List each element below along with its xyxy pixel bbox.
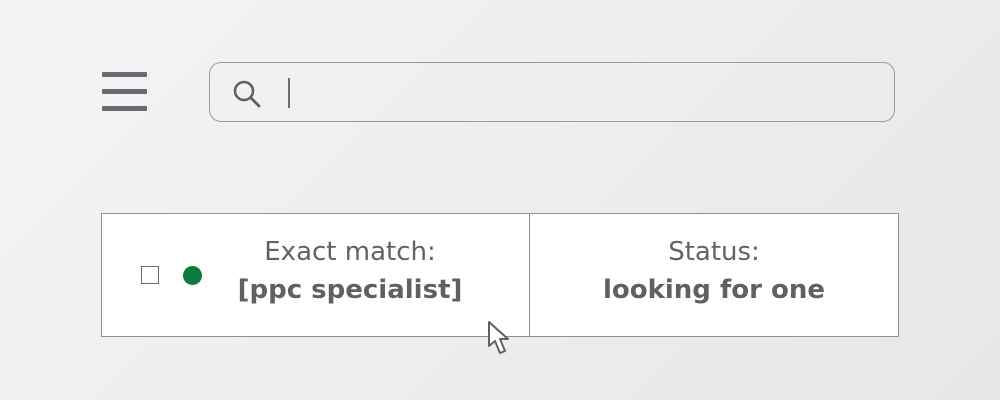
row-checkbox[interactable] — [141, 266, 159, 284]
status-cell: Status: looking for one — [530, 234, 898, 310]
search-icon — [233, 80, 261, 108]
text-cursor — [288, 78, 290, 108]
search-bar[interactable] — [209, 62, 895, 122]
keyword-row: Exact match: [ppc specialist] Status: lo… — [101, 213, 899, 337]
keyword-value: [ppc specialist] — [237, 275, 463, 305]
menu-line — [102, 89, 147, 94]
hamburger-menu-icon[interactable] — [102, 72, 147, 112]
status-dot — [183, 266, 202, 285]
search-input[interactable] — [282, 71, 878, 113]
menu-line — [102, 106, 147, 111]
match-cell: Exact match: [ppc specialist] — [212, 234, 488, 310]
menu-line — [102, 72, 147, 77]
match-type-label: Exact match: — [264, 237, 436, 267]
status-label: Status: — [668, 237, 760, 267]
status-value: looking for one — [602, 275, 826, 305]
mouse-pointer-icon — [488, 321, 509, 354]
